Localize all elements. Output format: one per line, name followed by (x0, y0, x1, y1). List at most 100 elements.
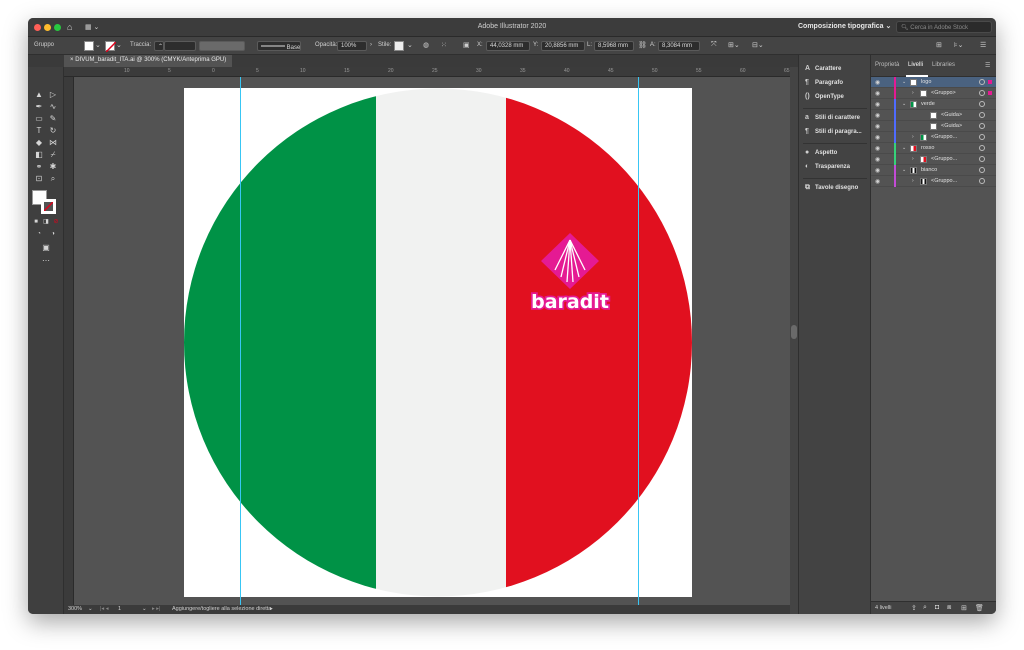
artboard-number[interactable]: 1 (118, 606, 121, 612)
eyedropper-tool-icon[interactable]: ⌿ (47, 149, 59, 160)
first-artboard-icon[interactable]: |◂ ◂ (100, 606, 108, 612)
type-tool-icon[interactable]: T (33, 125, 45, 136)
paintbrush-tool-icon[interactable]: ✎ (47, 113, 59, 124)
width-tool-icon[interactable]: ⋈ (47, 137, 59, 148)
clipping-mask-icon[interactable]: ◘ (935, 604, 939, 611)
layer-name[interactable]: verde (921, 101, 935, 107)
eye-icon[interactable]: ◉ (875, 156, 880, 163)
layer-name[interactable]: logo (921, 79, 931, 85)
layer-row[interactable]: ◉ ⌄ logo (871, 77, 996, 88)
chevron-down-icon[interactable]: ⌄ (88, 606, 93, 612)
sublayer-row[interactable]: ◉ <Guida> (871, 110, 996, 121)
vertical-scrollbar[interactable] (790, 67, 798, 614)
target-icon[interactable] (979, 112, 985, 118)
layer-name[interactable]: <Guida> (941, 123, 962, 129)
vertical-guide[interactable] (240, 77, 241, 605)
eye-icon[interactable]: ◉ (875, 79, 880, 86)
layer-row[interactable]: ◉ ⌄ verde (871, 99, 996, 110)
chevron-right-icon[interactable]: › (912, 134, 914, 140)
layer-row[interactable]: ◉ ⌄ bianco (871, 165, 996, 176)
target-icon[interactable] (979, 178, 985, 184)
layer-name[interactable]: bianco (921, 167, 937, 173)
stroke-color-box[interactable] (41, 199, 56, 214)
target-icon[interactable] (979, 156, 985, 162)
link-proportions-icon[interactable]: ⛓ (638, 41, 647, 49)
eraser-tool-icon[interactable]: ◆ (33, 137, 45, 148)
chevron-down-icon[interactable]: ⌄ (95, 41, 101, 49)
target-icon[interactable] (979, 123, 985, 129)
chevron-down-icon[interactable]: ⌄ (116, 41, 122, 49)
chevron-down-icon[interactable]: ⌄ (902, 79, 906, 85)
layer-name[interactable]: <Gruppo> (931, 90, 956, 96)
align-grid-icon[interactable]: ⁙ (441, 41, 447, 49)
chevron-right-icon[interactable]: › (912, 178, 914, 184)
opentype-panel-button[interactable]: () OpenType (805, 93, 844, 105)
graphic-style-swatch[interactable] (394, 41, 404, 51)
target-icon[interactable] (979, 101, 985, 107)
target-icon[interactable] (979, 134, 985, 140)
width-input[interactable]: 8,5968 mm (594, 41, 634, 51)
flag-white-band[interactable] (376, 88, 506, 597)
character-panel-button[interactable]: A Carattere (805, 65, 841, 77)
layer-row[interactable]: ◉ ⌄ rosso (871, 143, 996, 154)
tab-libraries[interactable]: Libraries (932, 62, 955, 68)
scrollbar-thumb[interactable] (791, 325, 797, 339)
fill-swatch[interactable] (84, 41, 94, 51)
target-icon[interactable] (979, 167, 985, 173)
symbol-sprayer-tool-icon[interactable]: ✱ (47, 161, 59, 172)
eye-icon[interactable]: ◉ (875, 123, 880, 130)
stroke-weight-stepper[interactable]: ⌃ (154, 41, 164, 51)
character-styles-panel-button[interactable]: a Stili di carattere (805, 114, 860, 126)
chevron-down-icon[interactable]: ⌄ (902, 101, 906, 107)
sublayer-row[interactable]: ◉ › <Gruppo... (871, 154, 996, 165)
transform-options-icon[interactable]: ⊟⌄ (752, 41, 764, 49)
curvature-tool-icon[interactable]: ∿ (47, 101, 59, 112)
workspace-switcher[interactable]: Composizione tipografica ⌄ (798, 22, 891, 30)
transform-icon[interactable]: ⤧ (711, 41, 717, 49)
target-icon[interactable] (979, 145, 985, 151)
rotate-tool-icon[interactable]: ↻ (47, 125, 59, 136)
eye-icon[interactable]: ◉ (875, 178, 880, 185)
eye-icon[interactable]: ◉ (875, 90, 880, 97)
artboard[interactable]: baradit (184, 77, 692, 605)
zoom-level[interactable]: 300% (68, 606, 82, 612)
layer-name[interactable]: <Gruppo... (931, 156, 957, 162)
artboards-panel-button[interactable]: ⧉ Tavole disegno (805, 184, 858, 196)
eye-icon[interactable]: ◉ (875, 145, 880, 152)
flag-red-band[interactable] (506, 88, 692, 597)
eye-icon[interactable]: ◉ (875, 112, 880, 119)
opacity-label[interactable]: Opacità: (315, 42, 337, 48)
chevron-down-icon[interactable]: ⌄ (902, 145, 906, 151)
more-tools-icon[interactable]: ⋯ (40, 255, 52, 266)
eye-icon[interactable]: ◉ (875, 101, 880, 108)
sublayer-row[interactable]: ◉ <Guida> (871, 121, 996, 132)
canvas[interactable]: baradit (74, 77, 790, 605)
export-icon[interactable]: ⇪ (911, 604, 917, 612)
layer-name[interactable]: rosso (921, 145, 934, 151)
paragraph-styles-panel-button[interactable]: ¶ Stili di paragra... (805, 128, 862, 140)
variable-width-profile[interactable] (199, 41, 245, 51)
new-layer-icon[interactable]: ⊞ (961, 604, 967, 612)
vertical-guide[interactable] (638, 77, 639, 605)
screen-mode-icon[interactable]: ▣ (40, 242, 52, 253)
layer-name[interactable]: <Guida> (941, 112, 962, 118)
tab-layers[interactable]: Livelli (908, 62, 923, 68)
menu-icon[interactable]: ☰ (980, 41, 986, 49)
opacity-input[interactable]: 100% (337, 41, 367, 51)
eye-icon[interactable]: ◉ (875, 134, 880, 141)
draw-mode-icon[interactable]: ◔ (33, 229, 45, 240)
zoom-tool-icon[interactable]: ⌕ (47, 173, 59, 184)
transparency-panel-button[interactable]: ◐ Trasparenza (805, 163, 850, 175)
align-icon[interactable]: ⊞⌄ (728, 41, 740, 49)
y-position-input[interactable]: 20,8856 mm (541, 41, 585, 51)
stroke-label[interactable]: Traccia: (130, 42, 151, 48)
layer-name[interactable]: <Gruppo... (931, 178, 957, 184)
reference-point-icon[interactable]: ▣ (463, 41, 470, 49)
locate-object-icon[interactable]: ⌕ (923, 604, 927, 612)
chevron-down-icon[interactable]: ⌄ (407, 41, 413, 49)
arrange-icon[interactable]: ⊞ (936, 41, 942, 49)
draw-behind-icon[interactable]: ◑ (47, 229, 59, 240)
chevron-down-icon[interactable]: ⌄ (142, 606, 147, 612)
panel-menu-icon[interactable]: ☰ (985, 62, 990, 69)
chevron-down-icon[interactable]: ⌄ (902, 167, 906, 173)
